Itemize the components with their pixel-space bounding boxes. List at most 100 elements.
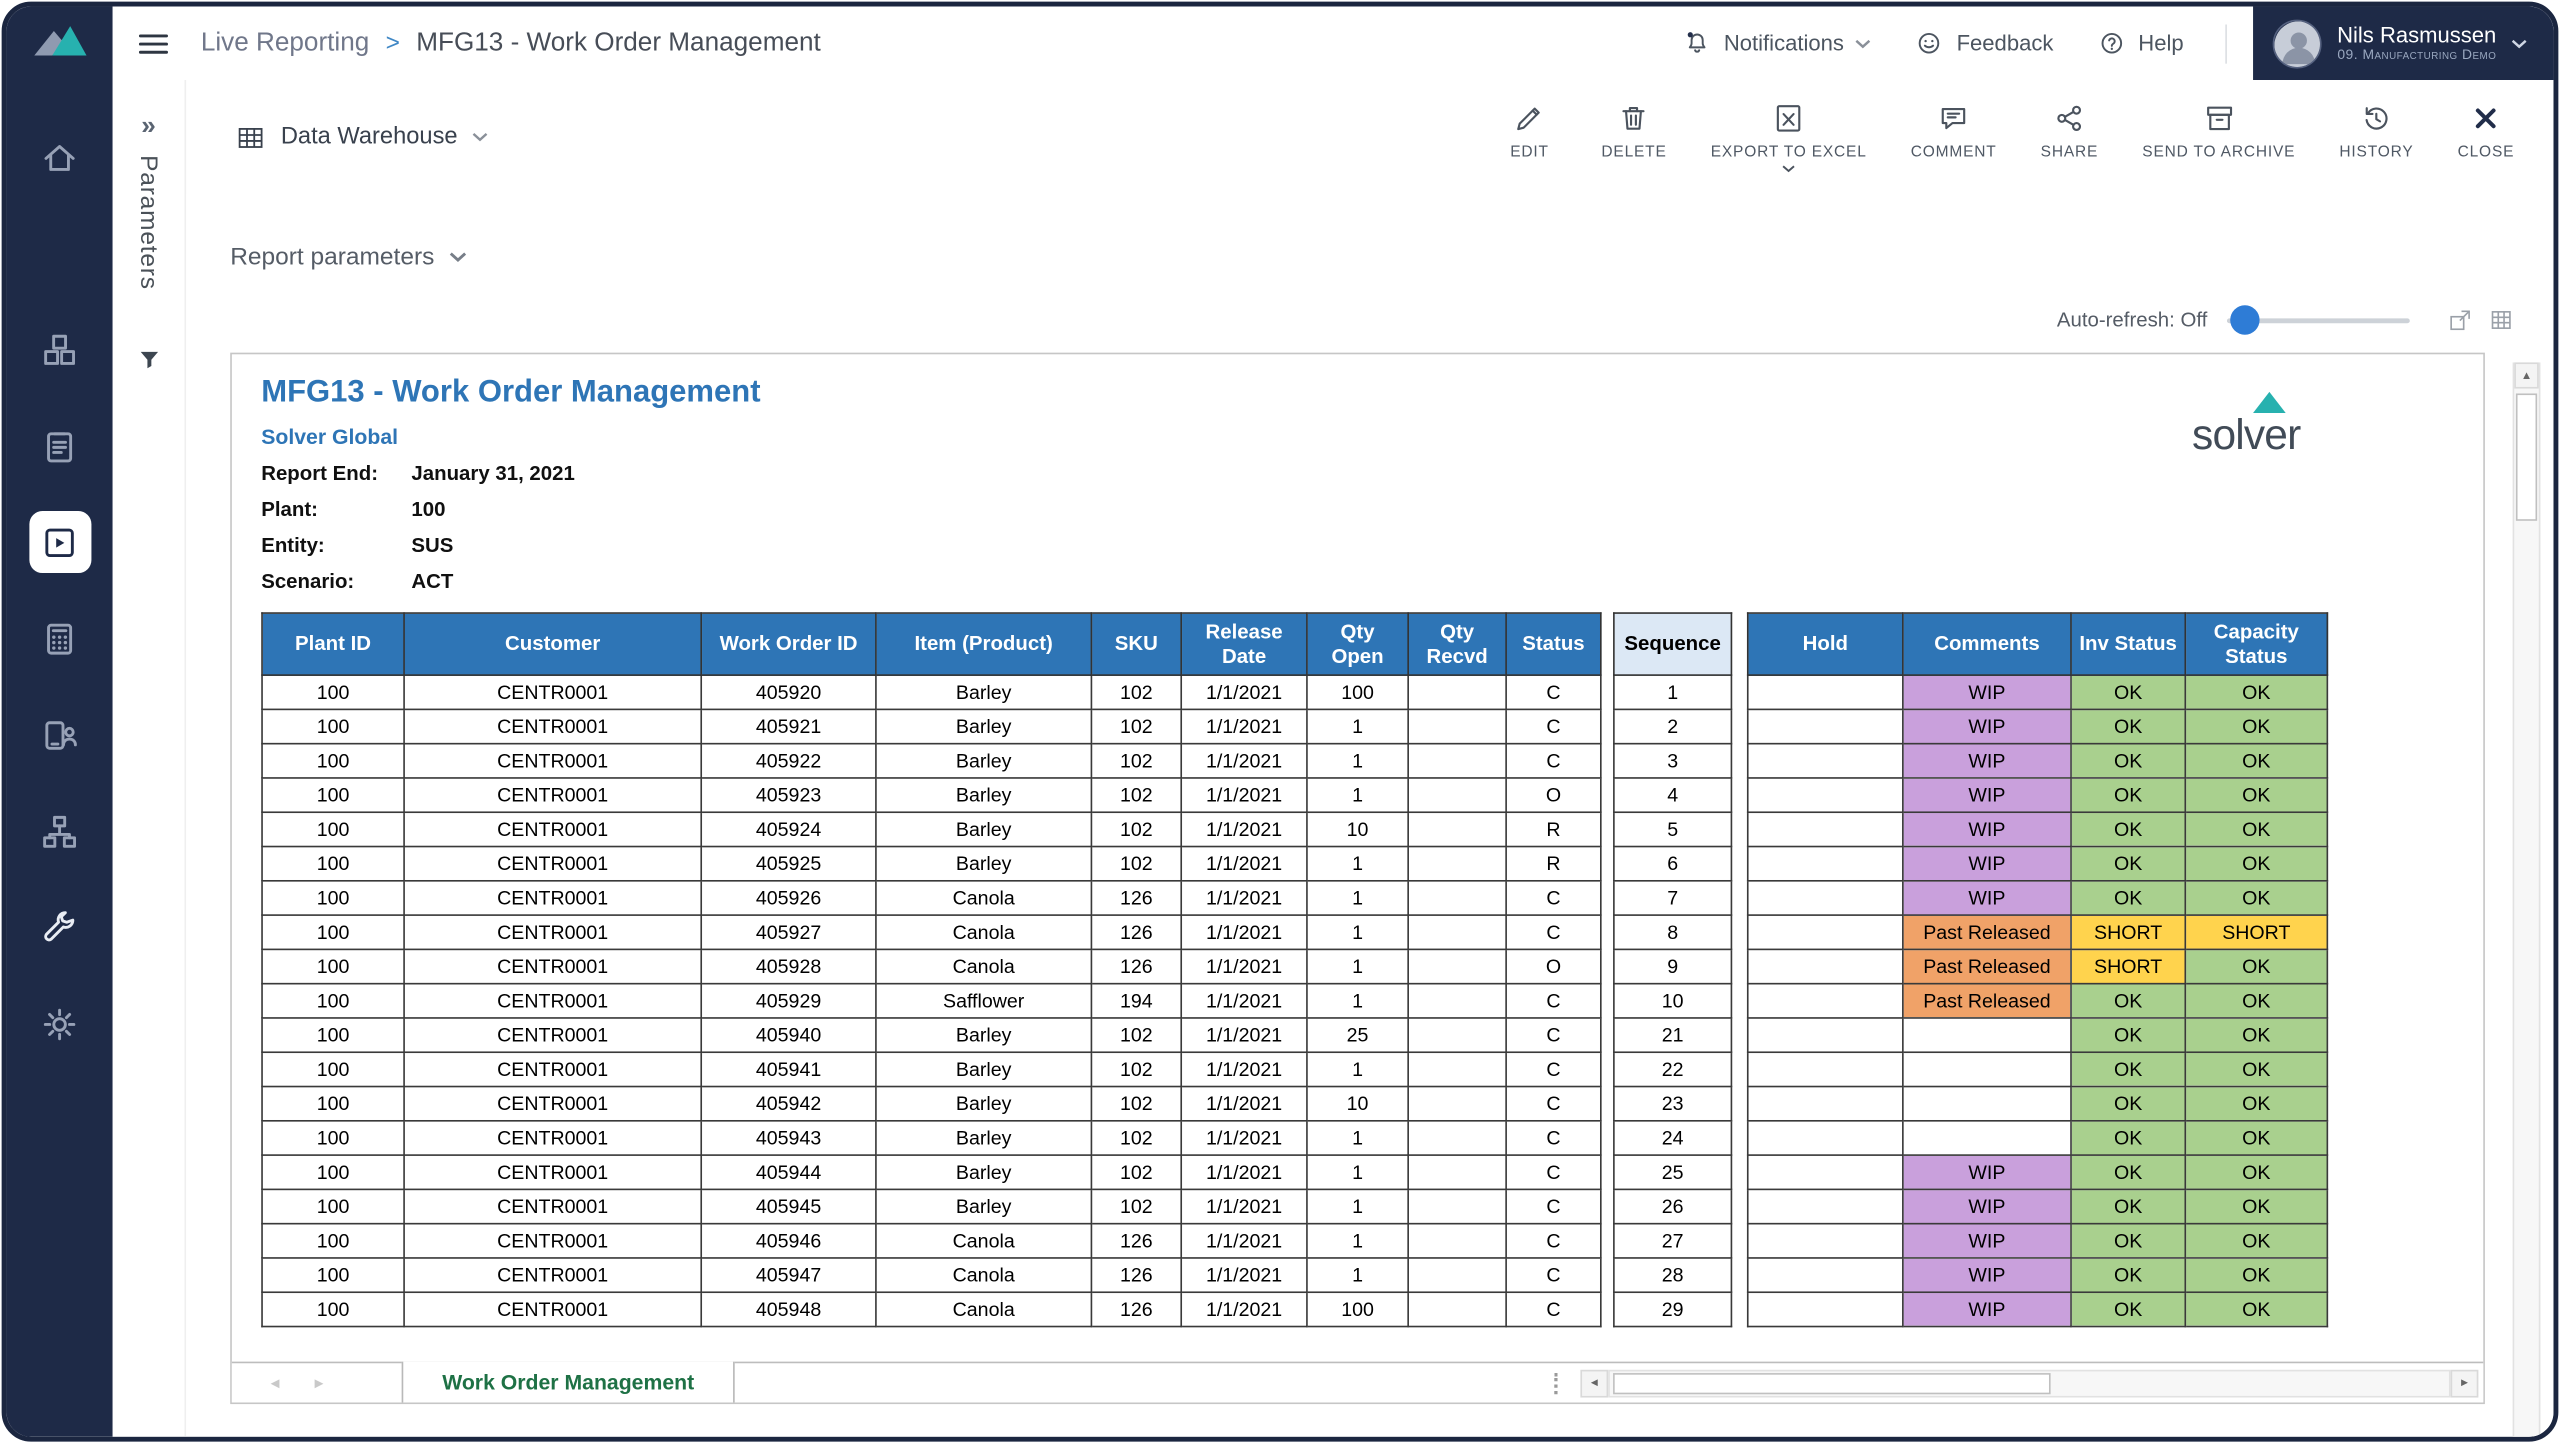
table-cell: 1 bbox=[1306, 948, 1409, 985]
table-cell: C bbox=[1505, 708, 1602, 745]
table-cell: 100 bbox=[261, 1154, 405, 1191]
sidebar-item-reports[interactable] bbox=[7, 405, 113, 487]
sheet-next-button[interactable]: ► bbox=[312, 1375, 327, 1391]
sidebar-item-integrations[interactable] bbox=[7, 790, 113, 872]
notifications-label: Notifications bbox=[1723, 31, 1844, 56]
share-button[interactable]: SHARE bbox=[2040, 101, 2099, 162]
sidebar-item-live-reporting-active[interactable] bbox=[7, 501, 113, 583]
delete-button[interactable]: DELETE bbox=[1601, 101, 1666, 162]
table-cell bbox=[1407, 1154, 1507, 1191]
send-to-archive-button[interactable]: SEND TO ARCHIVE bbox=[2142, 101, 2296, 162]
filter-button[interactable] bbox=[135, 345, 163, 381]
scroll-left-button[interactable]: ◄ bbox=[1580, 1368, 1609, 1397]
edit-button[interactable]: EDIT bbox=[1502, 101, 1558, 162]
column-header: Comments bbox=[1902, 612, 2072, 676]
topbar: Live Reporting > MFG13 - Work Order Mana… bbox=[112, 6, 2554, 80]
comment-label: COMMENT bbox=[1910, 143, 1997, 162]
sidebar-item-tools[interactable] bbox=[7, 887, 113, 969]
horizontal-scroll-thumb[interactable] bbox=[1613, 1372, 2051, 1394]
table-cell: 100 bbox=[261, 845, 405, 882]
column-header: Item (Product) bbox=[875, 612, 1093, 676]
table-cell: 1/1/2021 bbox=[1180, 1017, 1308, 1054]
sidebar-item-home[interactable] bbox=[7, 116, 113, 198]
share-label: SHARE bbox=[2040, 143, 2099, 162]
meta-value: 100 bbox=[411, 497, 446, 521]
help-button[interactable]: Help bbox=[2096, 28, 2184, 59]
column-header: Qty Open bbox=[1306, 612, 1409, 676]
report-meta: Report End: January 31, 2021 Plant: 100 En… bbox=[261, 462, 575, 606]
hamburger-menu-button[interactable] bbox=[138, 32, 168, 55]
horizontal-scroll-track[interactable] bbox=[1608, 1368, 2451, 1397]
table-cell: 126 bbox=[1090, 948, 1183, 985]
close-button[interactable]: CLOSE bbox=[2457, 101, 2515, 162]
table-cell: 405947 bbox=[700, 1257, 877, 1294]
comment-button[interactable]: COMMENT bbox=[1910, 101, 1997, 162]
table-cell bbox=[1902, 1119, 2072, 1156]
table-cell: OK bbox=[2070, 742, 2187, 779]
table-cell bbox=[1407, 1017, 1507, 1054]
table-cell: OK bbox=[2184, 1291, 2329, 1328]
main-content: Report parameters Auto-refresh: Off MFG1… bbox=[186, 194, 2554, 1437]
export-to-excel-button[interactable]: EXPORT TO EXCEL bbox=[1711, 101, 1867, 173]
table-cell bbox=[1746, 1257, 1904, 1294]
breadcrumb-section[interactable]: Live Reporting bbox=[201, 29, 369, 58]
table-cell: OK bbox=[2184, 777, 2329, 814]
sitemap-icon bbox=[43, 815, 77, 847]
open-in-window-icon[interactable] bbox=[2447, 307, 2473, 333]
history-button[interactable]: HISTORY bbox=[2339, 101, 2413, 162]
column-header: Customer bbox=[403, 612, 703, 676]
table-cell: OK bbox=[2070, 1051, 2187, 1088]
help-label: Help bbox=[2138, 31, 2184, 56]
history-icon bbox=[2365, 107, 2388, 130]
table-row: 100 CENTR0001 405924 Barley 102 1/1/2021 10 R 5 W… bbox=[261, 811, 2329, 848]
scroll-up-button[interactable]: ▲ bbox=[2514, 362, 2539, 389]
table-cell bbox=[1746, 1188, 1904, 1225]
table-cell: Barley bbox=[875, 742, 1093, 779]
table-cell: 1 bbox=[1306, 777, 1409, 814]
data-source-dropdown[interactable]: Data Warehouse bbox=[235, 122, 489, 153]
table-cell: 1 bbox=[1306, 914, 1409, 951]
table-cell bbox=[1407, 674, 1507, 711]
scroll-right-button[interactable]: ► bbox=[2450, 1368, 2479, 1397]
table-cell: CENTR0001 bbox=[403, 777, 703, 814]
grid-view-icon[interactable] bbox=[2488, 307, 2514, 333]
sidebar-item-mobile[interactable] bbox=[7, 694, 113, 776]
table-cell: 1 bbox=[1306, 1222, 1409, 1259]
vertical-scrollbar: ▲ ▼ bbox=[2512, 362, 2541, 1437]
table-cell: 1/1/2021 bbox=[1180, 1222, 1308, 1259]
sheet-tab-work-order-management[interactable]: Work Order Management bbox=[401, 1361, 736, 1403]
table-cell: OK bbox=[2070, 1017, 2187, 1054]
slider-knob[interactable] bbox=[2230, 305, 2260, 335]
notifications-button[interactable]: Notifications bbox=[1681, 28, 1871, 59]
table-cell: 1 bbox=[1613, 674, 1733, 711]
report-parameters-toggle[interactable]: Report parameters bbox=[230, 243, 467, 271]
tab-splitter-handle[interactable] bbox=[1554, 1372, 1558, 1394]
table-cell: 100 bbox=[261, 1188, 405, 1225]
table-cell: WIP bbox=[1902, 742, 2072, 779]
table-cell: C bbox=[1505, 1051, 1602, 1088]
user-menu[interactable]: Nils Rasmussen 09. Manufacturing Demo bbox=[2253, 6, 2554, 80]
table-cell: 405946 bbox=[700, 1222, 877, 1259]
table-cell: 100 bbox=[261, 742, 405, 779]
close-label: CLOSE bbox=[2457, 143, 2515, 162]
table-cell: WIP bbox=[1902, 1222, 2072, 1259]
sheet-prev-button[interactable]: ◄ bbox=[268, 1375, 283, 1391]
expand-panel-icon[interactable]: » bbox=[141, 113, 156, 142]
parameters-panel-title[interactable]: Parameters bbox=[135, 155, 163, 290]
feedback-button[interactable]: Feedback bbox=[1914, 28, 2053, 59]
column-header: Release Date bbox=[1180, 612, 1308, 676]
table-cell bbox=[1746, 1085, 1904, 1122]
table-cell: CENTR0001 bbox=[403, 845, 703, 882]
vertical-scroll-thumb[interactable] bbox=[2515, 393, 2538, 521]
table-cell: 405943 bbox=[700, 1119, 877, 1156]
sidebar-item-data-warehouse[interactable] bbox=[7, 309, 113, 391]
table-row: 100 CENTR0001 405929 Safflower 194 1/1/2021 1 C… bbox=[261, 982, 2329, 1019]
table-cell: Canola bbox=[875, 1222, 1093, 1259]
sidebar-item-budgeting[interactable] bbox=[7, 598, 113, 680]
topbar-divider bbox=[2226, 23, 2228, 63]
sidebar-item-settings[interactable] bbox=[7, 983, 113, 1065]
auto-refresh-slider[interactable] bbox=[2226, 305, 2410, 335]
table-cell: OK bbox=[2070, 845, 2187, 882]
breadcrumb: Live Reporting > MFG13 - Work Order Mana… bbox=[201, 29, 821, 58]
send-to-archive-label: SEND TO ARCHIVE bbox=[2142, 143, 2296, 162]
